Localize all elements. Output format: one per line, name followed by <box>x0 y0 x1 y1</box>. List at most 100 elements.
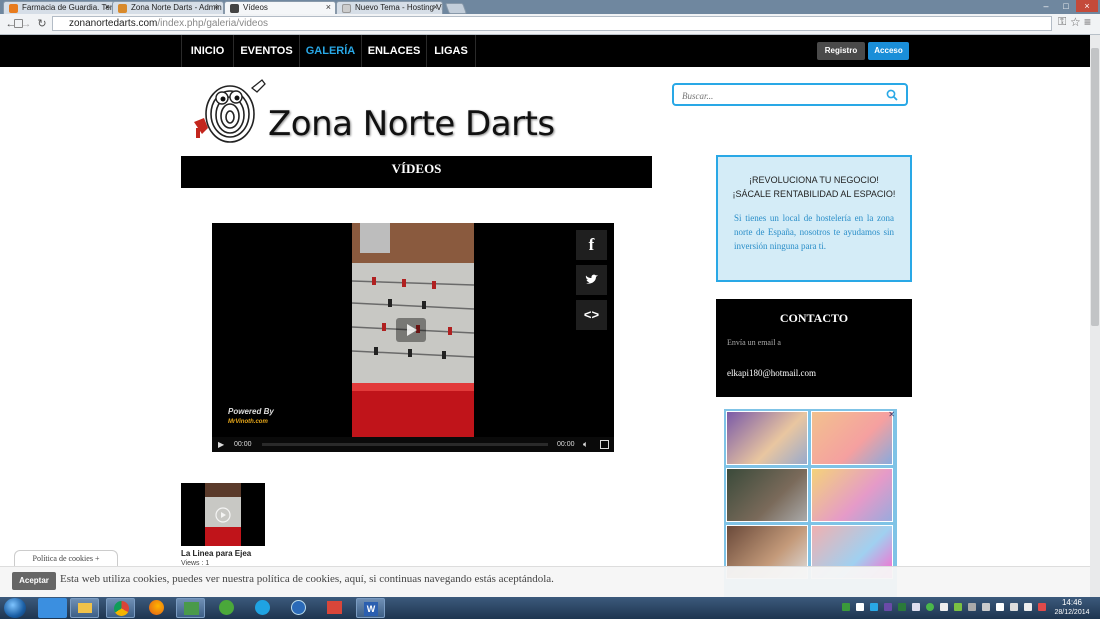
search-icon[interactable] <box>886 89 898 101</box>
scrollbar-thumb[interactable] <box>1091 48 1099 326</box>
powered-by-text: Powered By <box>228 407 274 416</box>
logo-fingerprint-icon <box>194 79 266 143</box>
tray-icon[interactable] <box>856 603 864 611</box>
browser-tab[interactable]: Farmacia de Guardia. Terr × <box>3 1 115 14</box>
new-tab-button[interactable] <box>444 3 468 14</box>
search-input[interactable] <box>680 88 884 104</box>
favicon-icon <box>230 4 239 13</box>
tray-icon[interactable] <box>912 603 920 611</box>
tab-label: Zona Norte Darts - Admin <box>131 3 222 12</box>
tab-close-icon[interactable]: × <box>214 2 219 12</box>
login-button[interactable]: Acceso <box>868 42 909 60</box>
tab-close-icon[interactable]: × <box>433 2 438 12</box>
maximize-button[interactable]: □ <box>1056 0 1076 12</box>
browser-tab[interactable]: Zona Norte Darts - Admin × <box>112 1 224 14</box>
tray-icon[interactable] <box>842 603 850 611</box>
play-icon[interactable] <box>396 318 426 342</box>
cookie-accept-button[interactable]: Aceptar <box>12 572 56 590</box>
register-button[interactable]: Registro <box>817 42 865 60</box>
word-icon[interactable]: W <box>356 598 385 618</box>
flag-icon[interactable] <box>996 603 1004 611</box>
tray-icon[interactable] <box>898 603 906 611</box>
cookie-policy-tab[interactable]: Política de cookies + <box>14 550 118 566</box>
tab-label: Farmacia de Guardia. Terr <box>22 3 115 12</box>
clock-time[interactable]: 14:46 <box>1050 598 1094 607</box>
browser-tab[interactable]: Nuevo Tema - Hosting Vi × <box>336 1 443 14</box>
menu-icon[interactable]: ≡ <box>1084 15 1091 29</box>
tray-icon[interactable] <box>940 603 948 611</box>
skype-icon[interactable] <box>248 598 277 618</box>
ad-tile[interactable] <box>726 468 808 522</box>
utorrent-icon[interactable] <box>212 598 241 618</box>
promo-headline: ¡REVOLUCIONA TU NEGOCIO! <box>749 175 879 185</box>
tray-icon[interactable] <box>884 603 892 611</box>
tab-close-icon[interactable]: × <box>105 2 110 12</box>
volume-icon[interactable]: 🔈︎ <box>583 437 588 452</box>
tray-icon[interactable] <box>1010 603 1018 611</box>
tray-icon[interactable] <box>870 603 878 611</box>
ad-tile[interactable] <box>811 411 893 465</box>
embed-icon[interactable]: <> <box>576 300 607 330</box>
page-icon <box>14 19 23 28</box>
tray-icon[interactable] <box>926 603 934 611</box>
tab-label: Vídeos <box>243 3 268 12</box>
video-thumbnail[interactable] <box>181 483 265 546</box>
contact-title: CONTACTO <box>779 311 849 325</box>
favicon-icon <box>118 4 127 13</box>
app-red-icon[interactable] <box>320 598 349 618</box>
facebook-icon[interactable]: f <box>576 230 607 260</box>
minimize-button[interactable]: – <box>1036 0 1056 12</box>
current-time: 00:00 <box>234 441 252 448</box>
url-path: /index.php/galeria/videos <box>157 18 269 29</box>
app-icon[interactable] <box>284 598 313 618</box>
thumbnail-title[interactable]: La Linea para Ejea <box>181 549 251 558</box>
nav-item-inicio[interactable]: INICIO <box>181 35 233 67</box>
fullscreen-icon[interactable] <box>600 440 609 449</box>
contact-hint: Envía un email a <box>727 338 781 347</box>
page-title: VÍDEOS <box>181 156 652 188</box>
promo-subheadline: ¡SÁCALE RENTABILIDAD AL ESPACIO! <box>732 189 896 199</box>
ad-tile[interactable] <box>726 411 808 465</box>
ad-close-icon[interactable]: ✕ <box>888 410 895 419</box>
nav-item-galeria[interactable]: GALERÍA <box>299 35 361 67</box>
tab-label: Nuevo Tema - Hosting Vi <box>355 3 443 12</box>
twitter-icon[interactable] <box>576 265 607 295</box>
bookmark-star-icon[interactable]: ☆ <box>1070 15 1081 29</box>
cookie-notice-text: Esta web utiliza cookies, puedes ver nue… <box>60 573 554 585</box>
nav-item-ligas[interactable]: LIGAS <box>426 35 476 67</box>
network-icon[interactable] <box>968 603 976 611</box>
close-window-button[interactable]: × <box>1076 0 1098 12</box>
firefox-icon[interactable] <box>142 598 171 618</box>
reload-icon[interactable]: ↻ <box>35 14 49 34</box>
tray-icon[interactable] <box>954 603 962 611</box>
powered-by-label: Powered By MrVinoth.com <box>228 407 274 427</box>
filezilla-icon[interactable] <box>176 598 205 618</box>
total-time: 00:00 <box>557 441 575 448</box>
search-box <box>672 83 908 106</box>
tray-icon[interactable] <box>1024 603 1032 611</box>
nav-item-enlaces[interactable]: ENLACES <box>361 35 426 67</box>
nav-item-eventos[interactable]: EVENTOS <box>233 35 299 67</box>
chrome-icon[interactable] <box>106 598 135 618</box>
url-host: zonanortedarts.com <box>69 18 158 29</box>
powered-by-brand: MrVinoth.com <box>228 419 268 425</box>
explorer-icon[interactable] <box>70 598 99 618</box>
promo-body: Si tienes un local de hostelería en la z… <box>734 213 894 251</box>
clock-date[interactable]: 28/12/2014 <box>1050 609 1094 616</box>
play-button[interactable]: ▶ <box>218 437 224 452</box>
favicon-icon <box>342 4 351 13</box>
ad-tile[interactable] <box>811 468 893 522</box>
progress-bar[interactable] <box>262 443 548 446</box>
browser-tab-active[interactable]: Vídeos × <box>224 1 336 14</box>
tab-close-icon[interactable]: × <box>326 2 331 12</box>
key-icon[interactable]: ⚿ <box>1058 16 1066 29</box>
volume-tray-icon[interactable] <box>982 603 990 611</box>
contact-email-link[interactable]: elkapi180@hotmail.com <box>727 368 816 378</box>
favicon-icon <box>9 4 18 13</box>
site-nav-bar <box>0 35 1100 67</box>
tray-icon[interactable] <box>1038 603 1046 611</box>
dropbox-icon[interactable] <box>38 598 67 618</box>
logo-text: Zona Norte Darts <box>268 104 555 144</box>
start-button[interactable] <box>4 598 26 618</box>
address-bar[interactable]: zonanortedarts.com/index.php/galeria/vid… <box>52 16 1052 31</box>
